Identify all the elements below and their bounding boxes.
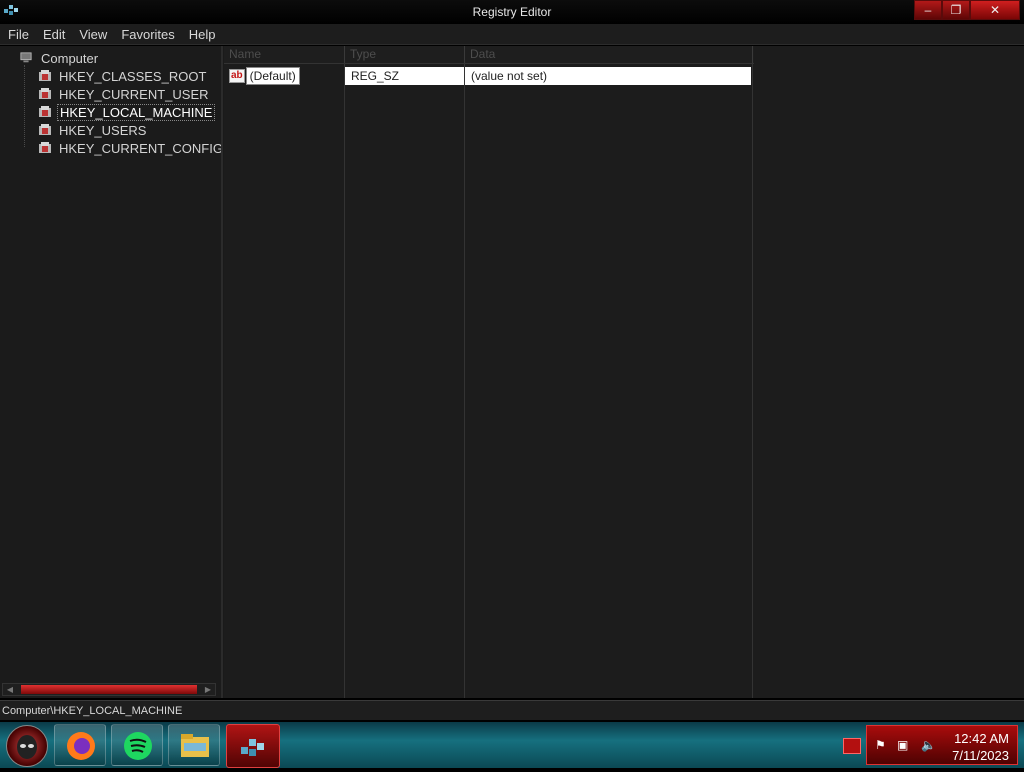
tree-item-hkey-classes-root[interactable]: HKEY_CLASSES_ROOT — [38, 67, 208, 85]
restore-icon: ❐ — [950, 3, 962, 17]
tree-item-hkey-current-user[interactable]: HKEY_CURRENT_USER — [38, 85, 211, 103]
folder-icon — [39, 106, 51, 117]
column-divider — [464, 63, 465, 698]
taskbar-registry-editor[interactable] — [226, 724, 280, 768]
menu-bar: File Edit View Favorites Help — [0, 24, 1024, 45]
folder-icon — [39, 142, 51, 153]
tree-item-label: HKEY_USERS — [59, 122, 147, 138]
system-tray: ⚑ ▣ 🔈 12:42 AM 7/11/2023 — [866, 725, 1018, 765]
tree-item-hkey-local-machine[interactable]: HKEY_LOCAL_MACHINE — [38, 103, 216, 121]
tree-item-label: HKEY_CURRENT_USER — [59, 86, 209, 102]
tree-horizontal-scrollbar[interactable]: ◀ ▶ — [2, 683, 216, 696]
taskbar: ⚑ ▣ 🔈 12:42 AM 7/11/2023 — [0, 722, 1024, 768]
column-divider — [344, 63, 345, 698]
tree-item-label: HKEY_CLASSES_ROOT — [59, 68, 207, 84]
minimize-button[interactable]: – — [914, 0, 942, 20]
list-item[interactable]: ab (Default) REG_SZ (value not set) — [224, 67, 751, 85]
volume-icon[interactable]: 🔈 — [921, 738, 937, 754]
clock-time: 12:42 AM — [954, 731, 1009, 746]
spotify-icon — [124, 732, 152, 760]
scroll-right-icon[interactable]: ▶ — [201, 684, 215, 695]
main-content: Computer HKEY_CLASSES_ROOT HKEY_CURRENT_… — [0, 46, 1024, 698]
tree-item-hkey-current-config[interactable]: HKEY_CURRENT_CONFIG — [38, 139, 223, 157]
tree-pane[interactable]: Computer HKEY_CLASSES_ROOT HKEY_CURRENT_… — [0, 46, 223, 698]
column-header-type[interactable]: Type — [345, 46, 465, 63]
taskbar-firefox[interactable] — [54, 724, 106, 766]
tree-item-label: HKEY_CURRENT_CONFIG — [59, 140, 223, 156]
tree-item-computer[interactable]: Computer — [18, 49, 100, 67]
clock-date: 7/11/2023 — [952, 748, 1009, 763]
string-value-icon: ab — [229, 69, 245, 83]
close-icon: ✕ — [989, 3, 1001, 17]
network-icon[interactable]: ▣ — [897, 738, 913, 754]
menu-view[interactable]: View — [73, 27, 113, 42]
column-divider — [752, 63, 753, 698]
start-icon — [17, 735, 37, 759]
title-bar: Registry Editor – ❐ ✕ — [0, 0, 1024, 24]
tree-item-hkey-users[interactable]: HKEY_USERS — [38, 121, 148, 139]
taskbar-spotify[interactable] — [111, 724, 163, 766]
column-header-data[interactable]: Data — [465, 46, 753, 63]
computer-icon — [20, 52, 32, 63]
column-header-name[interactable]: Name — [224, 46, 345, 63]
folder-icon — [39, 88, 51, 99]
registry-editor-icon — [241, 739, 264, 756]
maximize-button[interactable]: ❐ — [942, 0, 970, 20]
menu-help[interactable]: Help — [183, 27, 222, 42]
flag-icon[interactable]: ⚑ — [875, 738, 891, 754]
start-button[interactable] — [6, 725, 48, 767]
folder-icon — [39, 70, 51, 81]
values-pane[interactable]: Name Type Data ab (Default) REG_SZ (valu… — [224, 46, 1024, 698]
minimize-icon: – — [924, 3, 932, 17]
folder-icon — [39, 124, 51, 135]
notification-icon[interactable] — [843, 738, 861, 754]
firefox-icon — [67, 732, 95, 760]
clock[interactable]: 12:42 AM 7/11/2023 — [952, 730, 1009, 764]
menu-edit[interactable]: Edit — [37, 27, 71, 42]
menu-favorites[interactable]: Favorites — [115, 27, 180, 42]
value-name: (Default) — [245, 67, 300, 85]
tree-item-label: Computer — [41, 50, 99, 66]
value-type: REG_SZ — [345, 67, 464, 85]
scroll-left-icon[interactable]: ◀ — [3, 684, 17, 695]
status-bar: Computer\HKEY_LOCAL_MACHINE — [0, 700, 1024, 720]
value-data: (value not set) — [465, 67, 751, 85]
menu-file[interactable]: File — [2, 27, 35, 42]
window-title: Registry Editor — [472, 5, 552, 19]
file-explorer-icon — [181, 734, 209, 757]
close-button[interactable]: ✕ — [970, 0, 1020, 20]
scrollbar-thumb[interactable] — [21, 685, 197, 694]
tree-item-label: HKEY_LOCAL_MACHINE — [57, 103, 216, 121]
list-header: Name Type Data — [224, 46, 754, 64]
taskbar-file-explorer[interactable] — [168, 724, 220, 766]
